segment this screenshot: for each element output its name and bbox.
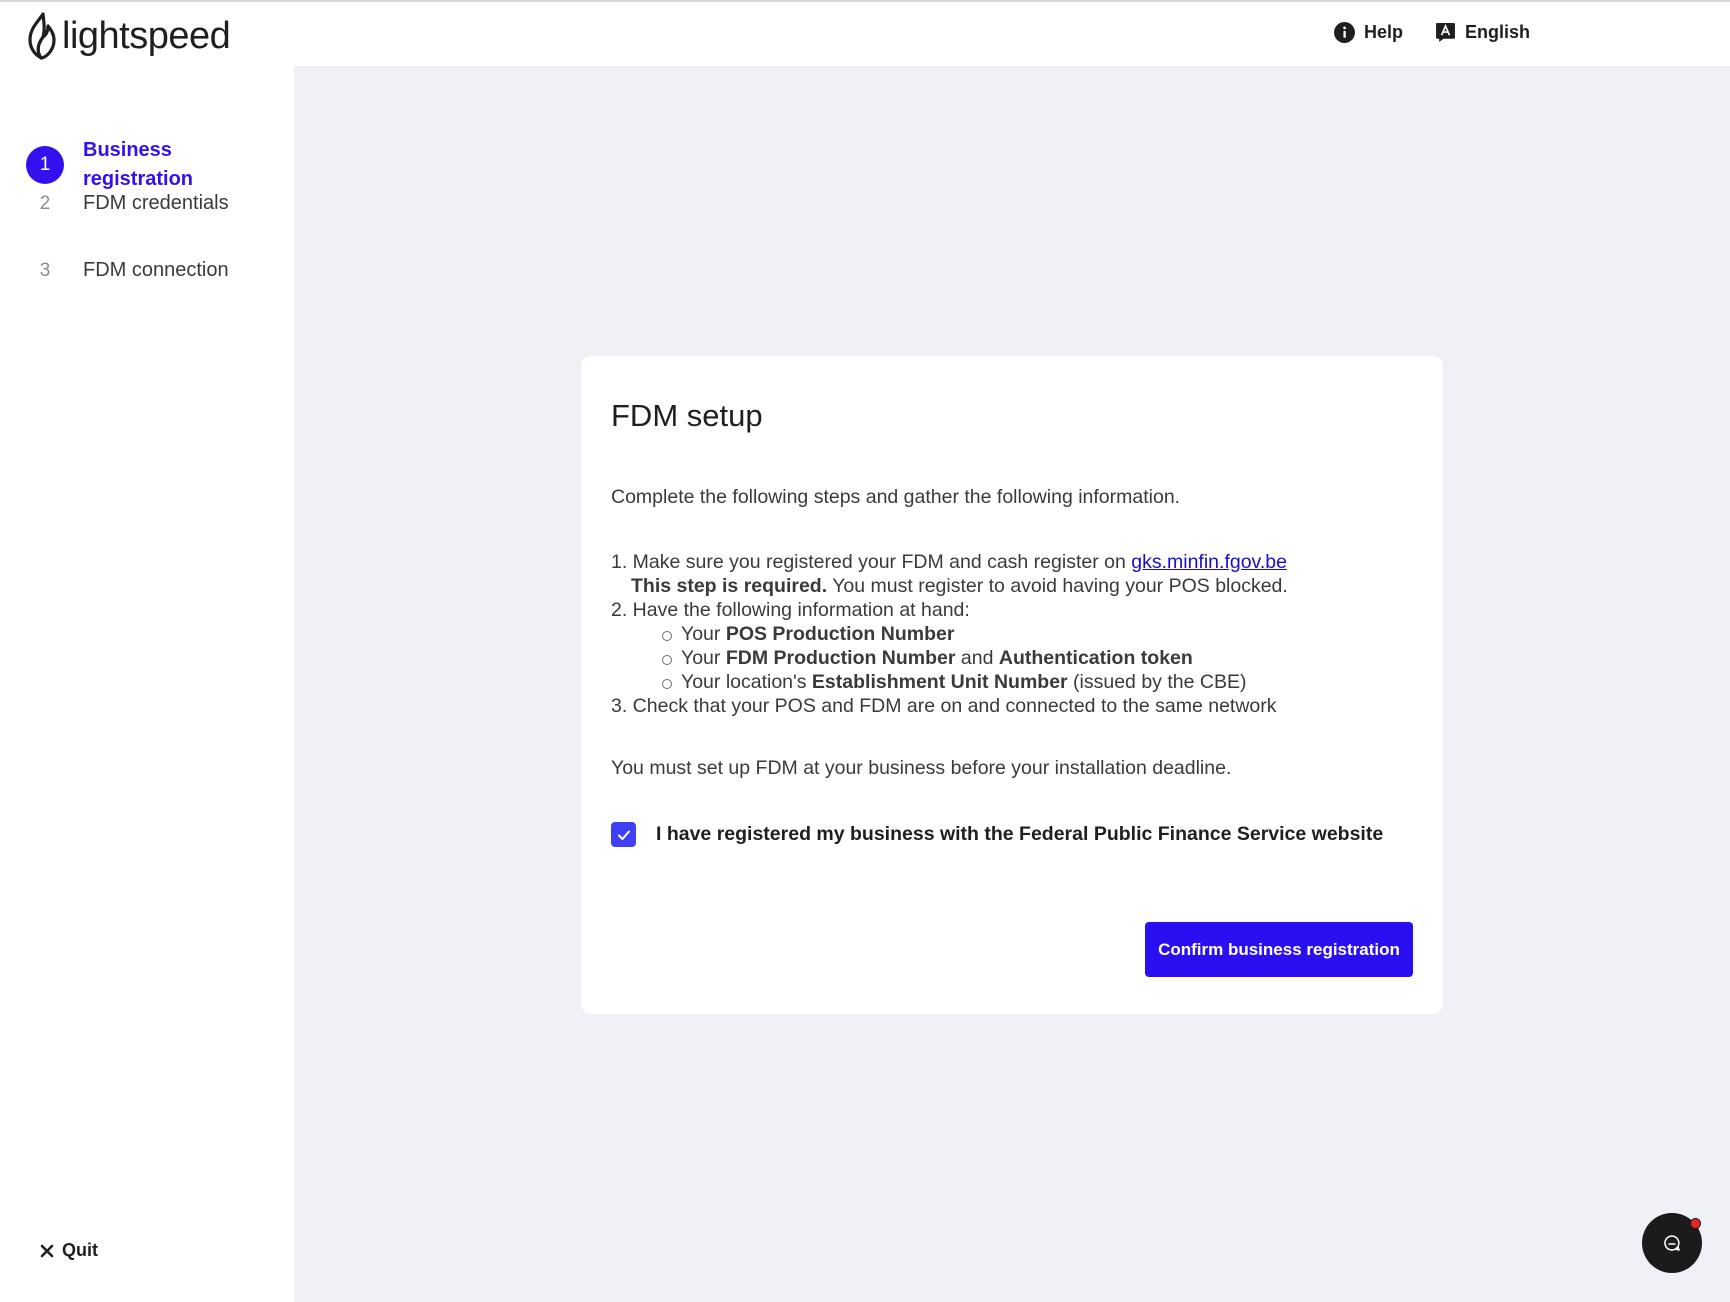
- step-label-fdm-connection: FDM connection: [83, 259, 229, 281]
- help-button[interactable]: Help: [1333, 22, 1403, 43]
- registration-confirm-row: I have registered my business with the F…: [611, 822, 1383, 847]
- gks-minfin-link[interactable]: gks.minfin.fgov.be: [1131, 551, 1287, 573]
- list-item-note: This step is required. You must register…: [631, 575, 1288, 597]
- list-item: 3. Check that your POS and FDM are on an…: [611, 695, 1277, 717]
- setup-steps-list: 1. Make sure you registered your FDM and…: [611, 550, 1411, 718]
- confirm-business-registration-button[interactable]: Confirm business registration: [1145, 922, 1413, 977]
- deadline-text: You must set up FDM at your business bef…: [611, 757, 1232, 779]
- list-item: 2. Have the following information at han…: [611, 599, 970, 621]
- sub-list-item: Your FDM Production Number and Authentic…: [611, 646, 1411, 670]
- step-label-fdm-credentials: FDM credentials: [83, 192, 229, 214]
- intro-text: Complete the following steps and gather …: [611, 486, 1181, 508]
- sub-list-item: Your location's Establishment Unit Numbe…: [611, 670, 1411, 694]
- info-icon: [1333, 22, 1355, 43]
- list-item: 1. Make sure you registered your FDM and…: [611, 551, 1287, 573]
- fdm-setup-card: FDM setup Complete the following steps a…: [581, 356, 1443, 1014]
- chat-icon: [1664, 1235, 1680, 1251]
- sub-list-item: Your POS Production Number: [611, 622, 1411, 646]
- step-number-1: 1: [26, 146, 64, 184]
- card-title: FDM setup: [611, 398, 763, 433]
- checkmark-icon: [617, 830, 630, 840]
- step-number-3: 3: [39, 260, 51, 281]
- help-label: Help: [1363, 22, 1403, 42]
- language-selector[interactable]: English: [1435, 22, 1530, 43]
- main-content: FDM setup Complete the following steps a…: [294, 66, 1730, 1302]
- quit-label: Quit: [62, 1240, 98, 1260]
- close-icon: [40, 1244, 54, 1257]
- step-label-business-registration: Business registration: [83, 139, 194, 190]
- lightspeed-logo[interactable]: lightspeed: [26, 12, 231, 60]
- checkbox-label[interactable]: I have registered my business with the F…: [656, 823, 1383, 846]
- notification-dot: [1690, 1218, 1701, 1229]
- registered-checkbox[interactable]: [611, 822, 636, 847]
- flame-logo-icon: [28, 12, 56, 60]
- step-number-2: 2: [39, 193, 51, 214]
- top-header: lightspeed Help English: [0, 2, 1730, 66]
- chat-support-button[interactable]: [1642, 1213, 1702, 1273]
- stepper-sidebar: 1 Business registration 2 FDM credential…: [0, 66, 294, 1302]
- brand-name: lightspeed: [62, 15, 231, 57]
- language-label: English: [1464, 22, 1530, 42]
- quit-button[interactable]: Quit: [40, 1240, 98, 1261]
- translate-icon: [1436, 23, 1455, 42]
